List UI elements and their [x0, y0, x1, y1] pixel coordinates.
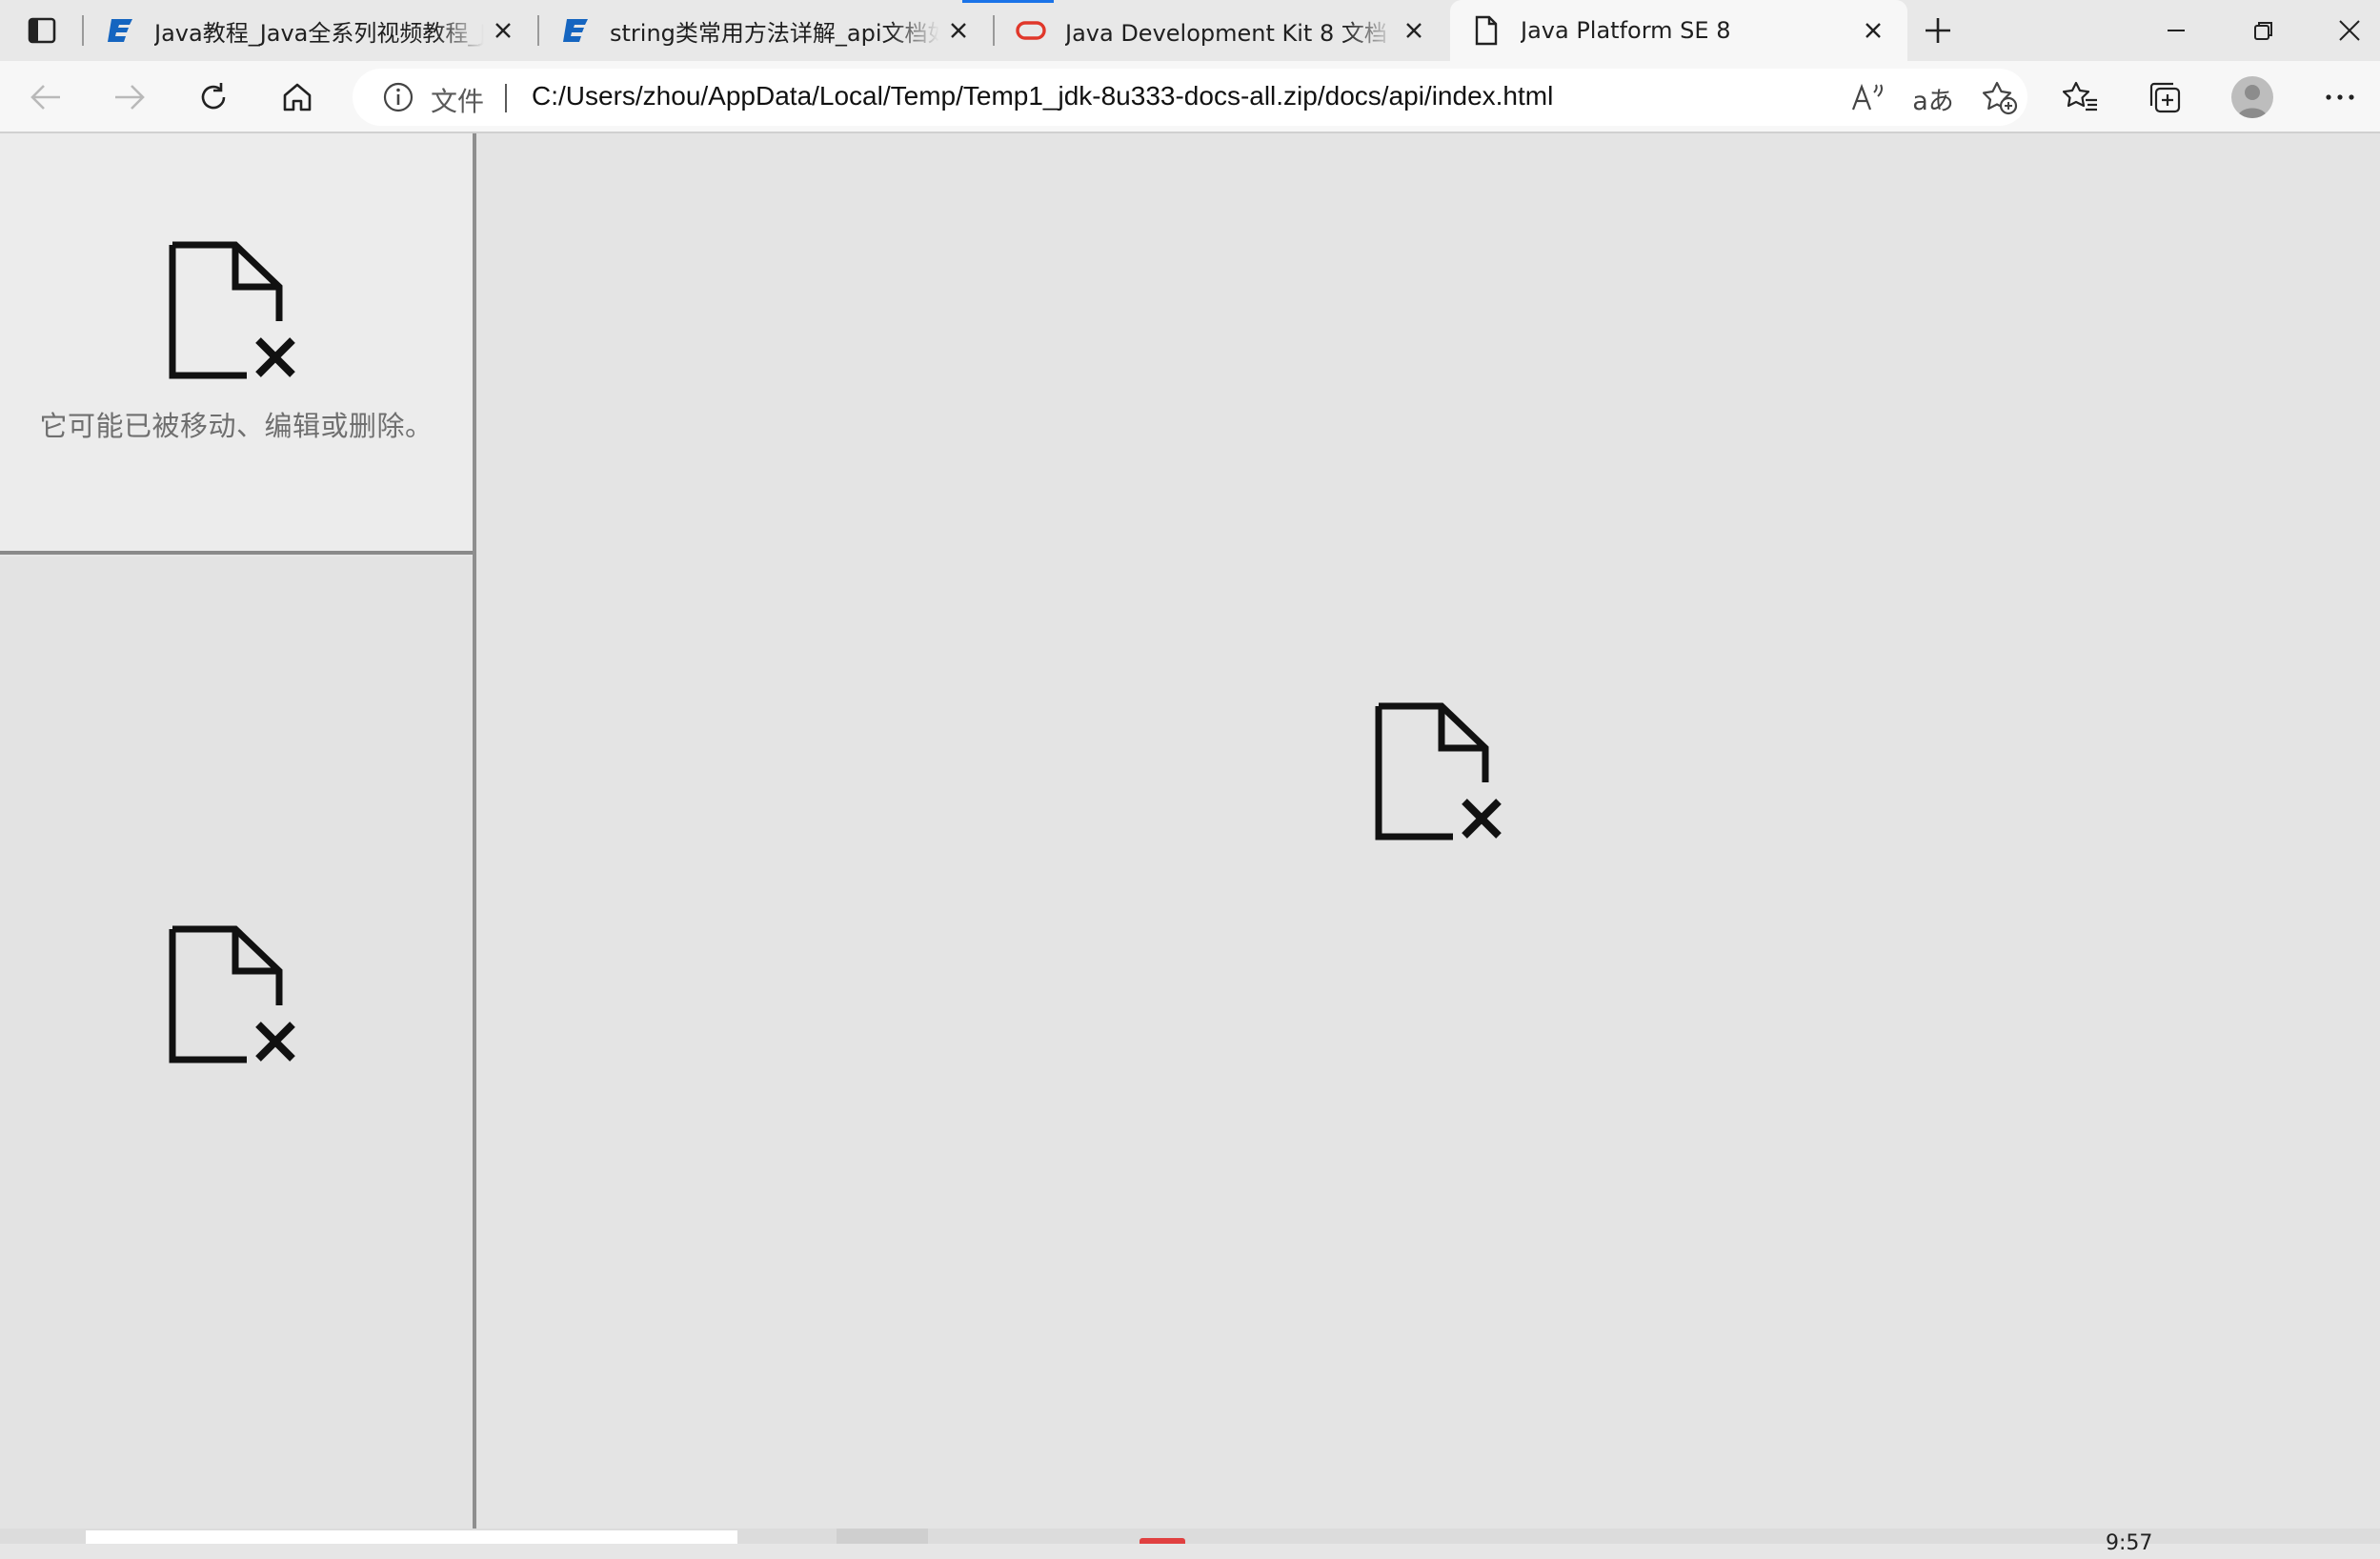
close-icon [1866, 23, 1881, 38]
forward-arrow-icon [115, 85, 145, 110]
address-url[interactable]: C:/Users/zhou/AppData/Local/Temp/Temp1_j… [532, 81, 1553, 111]
tab-java-platform-se8[interactable]: Java Platform SE 8 [1450, 0, 1907, 61]
taskbar-app-tile[interactable] [837, 1529, 928, 1544]
read-aloud-icon [1851, 83, 1883, 111]
refresh-button[interactable] [187, 71, 240, 124]
tab-title: Java Platform SE 8 [1521, 17, 1731, 44]
back-arrow-icon [30, 85, 60, 110]
collections-button[interactable] [2138, 71, 2191, 124]
more-dots-icon [2326, 94, 2354, 100]
navigation-toolbar: 文件 C:/Users/zhou/AppData/Local/Temp/Temp… [0, 61, 2380, 133]
close-icon [495, 23, 511, 38]
translate-icon: aあ [1912, 86, 1954, 116]
frame-class-list [0, 557, 473, 1530]
tab-close-button[interactable] [484, 11, 522, 50]
close-icon [2339, 20, 2360, 41]
refresh-icon [201, 83, 226, 110]
minimize-button[interactable] [2132, 0, 2220, 61]
user-icon [2237, 85, 2268, 118]
plus-icon [1926, 18, 1950, 43]
tab-title: Java教程_Java全系列视频教程_Java [154, 19, 484, 47]
frame-divider-horizontal[interactable] [0, 551, 473, 555]
minimize-icon [2168, 30, 2185, 31]
address-scheme-label: 文件 [431, 86, 485, 117]
collections-icon [2149, 82, 2181, 113]
new-tab-button[interactable] [1915, 8, 1961, 53]
address-bar[interactable]: 文件 C:/Users/zhou/AppData/Local/Temp/Temp… [353, 69, 2027, 126]
document-icon [1469, 13, 1503, 48]
tab-strip: Java教程_Java全系列视频教程_Java string类常用方法详解_ap… [0, 0, 2380, 61]
site-info-icon[interactable] [379, 78, 417, 116]
taskbar-search-box[interactable] [86, 1530, 737, 1544]
tab-string-methods[interactable]: string类常用方法详解_api文档如何 [539, 0, 993, 61]
restore-button[interactable] [2220, 0, 2308, 61]
star-add-icon [1982, 81, 2018, 115]
broken-file-icon [1375, 702, 1502, 840]
bjpowernode-icon [558, 13, 593, 48]
add-favorite-button[interactable] [1978, 76, 2022, 120]
profile-avatar[interactable] [2231, 76, 2273, 118]
tab-actions-icon [28, 17, 56, 44]
home-button[interactable] [271, 71, 324, 124]
favorites-button[interactable] [2054, 71, 2108, 124]
frame-main-content [476, 133, 2380, 1530]
close-window-button[interactable] [2306, 0, 2380, 61]
broken-file-icon [169, 241, 295, 379]
address-divider [505, 84, 507, 112]
oracle-icon [1014, 13, 1048, 48]
home-icon [283, 83, 312, 111]
tab-java-tutorial[interactable]: Java教程_Java全系列视频教程_Java [84, 0, 537, 61]
forward-button[interactable] [103, 71, 156, 124]
frame-package-list: 它可能已被移动、编辑或删除。 [0, 133, 473, 553]
read-aloud-button[interactable] [1846, 76, 1890, 120]
tab-title: string类常用方法详解_api文档如何 [610, 19, 939, 47]
back-button[interactable] [19, 71, 72, 124]
tab-oracle-jdk8-docs[interactable]: Java Development Kit 8 文档 | Oracle [995, 0, 1448, 61]
error-message: 它可能已被移动、编辑或删除。 [39, 410, 434, 442]
windows-taskbar: 9:57 [0, 1529, 2380, 1555]
close-icon [951, 23, 966, 38]
taskbar-clock[interactable]: 9:57 [2106, 1529, 2152, 1559]
taskbar-app-tile[interactable] [1140, 1538, 1185, 1544]
tab-close-button[interactable] [1854, 11, 1892, 50]
translate-button[interactable]: aあ [1911, 76, 1955, 120]
close-icon [1406, 23, 1422, 38]
tab-close-button[interactable] [939, 11, 978, 50]
favorites-list-icon [2063, 81, 2097, 111]
tab-actions-button[interactable] [0, 0, 84, 61]
tab-close-button[interactable] [1395, 11, 1433, 50]
broken-file-icon [169, 925, 295, 1063]
restore-icon [2254, 22, 2272, 40]
bjpowernode-icon [103, 13, 137, 48]
tab-title: Java Development Kit 8 文档 | Oracle [1065, 19, 1395, 47]
settings-more-button[interactable] [2313, 71, 2367, 124]
